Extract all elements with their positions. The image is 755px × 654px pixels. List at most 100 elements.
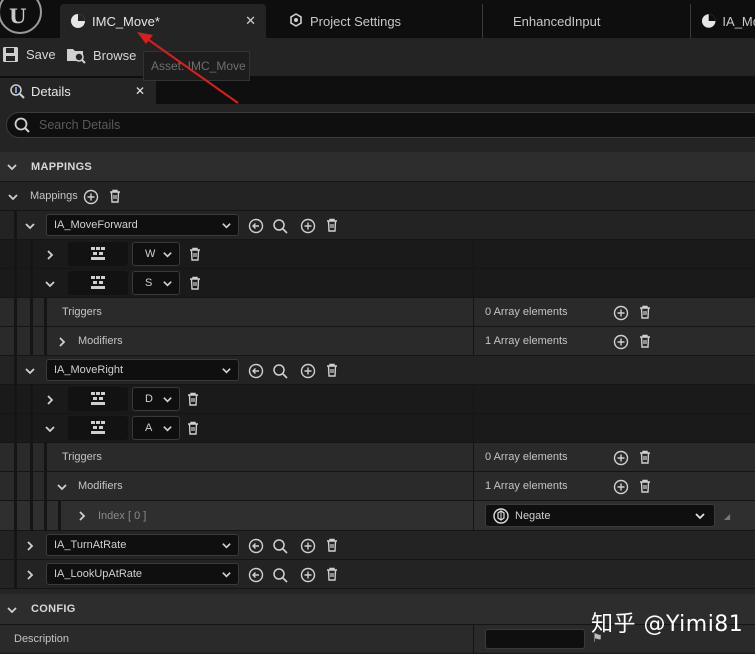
keyboard-icon: [91, 392, 105, 405]
close-icon[interactable]: ✕: [135, 84, 145, 98]
add-icon[interactable]: [613, 334, 629, 350]
trash-icon[interactable]: [107, 188, 123, 204]
save-button[interactable]: Save: [2, 46, 56, 63]
action-row: IA_MoveRight: [0, 356, 755, 385]
search-icon[interactable]: [272, 567, 288, 583]
indent-guide: [30, 414, 33, 443]
add-icon[interactable]: [613, 305, 629, 321]
search-input[interactable]: [39, 118, 639, 132]
input-action-combo[interactable]: IA_MoveRight: [46, 359, 239, 381]
chevron-down-icon: [222, 572, 231, 578]
triggers-row: Triggers 0 Array elements: [0, 443, 755, 472]
add-icon[interactable]: [613, 479, 629, 495]
add-icon[interactable]: [300, 218, 316, 234]
resize-grip-icon[interactable]: ◢: [724, 512, 730, 521]
modifiers-label: Modifiers: [78, 335, 123, 347]
indent-guide: [44, 443, 47, 472]
trash-icon[interactable]: [324, 362, 340, 378]
key-selector-button[interactable]: [68, 387, 128, 411]
tab-project-settings[interactable]: Project Settings: [278, 4, 468, 38]
key-selector-button[interactable]: [68, 242, 128, 266]
chevron-down-icon[interactable]: [24, 220, 36, 232]
indent-guide: [30, 501, 33, 531]
search-bar[interactable]: [6, 112, 755, 138]
use-selected-icon[interactable]: [248, 218, 264, 234]
watermark-text: 知乎 @Yimi81: [591, 612, 744, 637]
indent-guide: [14, 531, 17, 560]
use-selected-icon[interactable]: [248, 363, 264, 379]
key-value: W: [145, 248, 156, 260]
add-icon[interactable]: [300, 538, 316, 554]
input-action-combo[interactable]: IA_MoveForward: [46, 214, 239, 236]
chevron-right-icon[interactable]: [44, 249, 56, 261]
mappings-label: Mappings: [30, 190, 78, 202]
chevron-right-icon[interactable]: [76, 510, 88, 522]
key-combo[interactable]: S: [132, 271, 180, 295]
trash-icon[interactable]: [637, 333, 653, 349]
tab-ia-move[interactable]: IA_Mo: [690, 4, 755, 38]
chevron-down-icon: [163, 252, 172, 258]
chevron-down-icon[interactable]: [7, 191, 19, 203]
modifier-value: Negate: [515, 509, 551, 522]
search-icon[interactable]: [272, 363, 288, 379]
key-combo[interactable]: W: [132, 242, 180, 266]
trash-icon[interactable]: [324, 537, 340, 553]
modifier-class-combo[interactable]: Negate: [485, 504, 715, 527]
input-action-combo[interactable]: IA_TurnAtRate: [46, 534, 239, 556]
key-mapping-row: D: [0, 385, 755, 414]
triggers-label: Triggers: [62, 451, 102, 463]
trash-icon[interactable]: [324, 566, 340, 582]
trash-icon[interactable]: [187, 275, 203, 291]
section-mappings-header[interactable]: MAPPINGS: [0, 152, 755, 182]
chevron-down-icon[interactable]: [56, 481, 68, 493]
triggers-count: 0 Array elements: [485, 306, 568, 318]
indent-guide: [30, 385, 33, 414]
chevron-right-icon[interactable]: [56, 336, 68, 348]
trash-icon[interactable]: [637, 449, 653, 465]
key-combo[interactable]: A: [132, 416, 180, 440]
tab-enhanced-input[interactable]: EnhancedInput: [482, 4, 682, 38]
key-value: S: [145, 277, 153, 289]
modifiers-row: Modifiers 1 Array elements: [0, 327, 755, 356]
imc-icon: [701, 14, 716, 28]
trash-icon[interactable]: [187, 246, 203, 262]
trash-icon[interactable]: [637, 478, 653, 494]
indent-guide: [30, 472, 33, 501]
trash-icon[interactable]: [185, 391, 201, 407]
use-selected-icon[interactable]: [248, 567, 264, 583]
use-selected-icon[interactable]: [248, 538, 264, 554]
trash-icon[interactable]: [637, 304, 653, 320]
chevron-right-icon[interactable]: [24, 569, 36, 581]
trash-icon[interactable]: [324, 217, 340, 233]
search-icon[interactable]: [272, 218, 288, 234]
add-icon[interactable]: [300, 363, 316, 379]
description-input[interactable]: [485, 629, 585, 649]
modifier-index-row: Index [ 0 ] Negate ◢: [0, 501, 755, 531]
tab-imc-move[interactable]: IMC_Move* ✕: [60, 4, 266, 38]
indent-guide: [44, 472, 47, 501]
details-tab[interactable]: Details ✕: [0, 78, 156, 104]
add-icon[interactable]: [613, 450, 629, 466]
add-icon[interactable]: [300, 567, 316, 583]
chevron-down-icon[interactable]: [44, 423, 56, 435]
action-name: IA_MoveForward: [54, 219, 138, 231]
search-icon[interactable]: [272, 538, 288, 554]
key-combo[interactable]: D: [132, 387, 180, 411]
browse-button[interactable]: Browse: [66, 46, 136, 64]
chevron-right-icon[interactable]: [44, 394, 56, 406]
triggers-count: 0 Array elements: [485, 451, 568, 463]
chevron-right-icon[interactable]: [24, 540, 36, 552]
chevron-down-icon[interactable]: [24, 365, 36, 377]
chevron-down-icon[interactable]: [44, 278, 56, 290]
indent-guide: [14, 472, 17, 501]
unreal-logo-icon[interactable]: U: [0, 0, 42, 34]
key-selector-button[interactable]: [68, 416, 128, 440]
chevron-down-icon: [163, 281, 172, 287]
key-mapping-row: W: [0, 240, 755, 269]
close-icon[interactable]: ✕: [245, 13, 256, 29]
add-icon[interactable]: [83, 189, 99, 205]
key-selector-button[interactable]: [68, 271, 128, 295]
trash-icon[interactable]: [185, 420, 201, 436]
key-mapping-row: S: [0, 269, 755, 298]
input-action-combo[interactable]: IA_LookUpAtRate: [46, 563, 239, 585]
